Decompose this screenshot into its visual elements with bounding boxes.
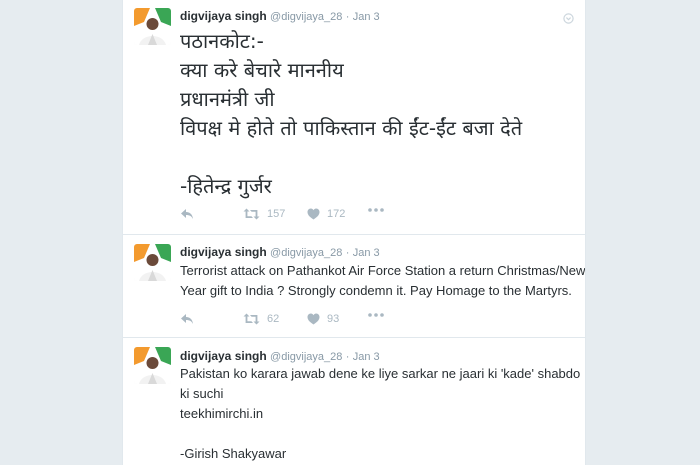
tweet-line: प्रधानमंत्री जी bbox=[180, 87, 275, 111]
tweet-line: क्या करे बेचारे माननीय bbox=[180, 58, 344, 82]
reply-button[interactable] bbox=[180, 313, 194, 325]
tweet-date[interactable]: Jan 3 bbox=[353, 247, 380, 259]
retweet-icon bbox=[243, 313, 260, 325]
tweet-actions: 62 93 bbox=[180, 313, 560, 327]
tweet-actions: 157 172 bbox=[180, 208, 560, 222]
heart-icon bbox=[307, 313, 320, 325]
more-button[interactable] bbox=[368, 313, 384, 317]
retweet-count: 157 bbox=[267, 208, 286, 220]
like-count: 172 bbox=[327, 208, 346, 220]
more-icon bbox=[368, 313, 384, 317]
user-handle[interactable]: @digvijaya_28 bbox=[270, 247, 342, 259]
reply-icon bbox=[181, 209, 193, 219]
tweet-line: -हितेन्द्र गुर्जर bbox=[180, 174, 272, 198]
like-count: 93 bbox=[327, 313, 340, 325]
user-fullname[interactable]: digvijaya singh bbox=[180, 349, 267, 363]
avatar[interactable] bbox=[134, 244, 171, 281]
tweet-line: ki suchi bbox=[180, 386, 224, 401]
retweet-count: 62 bbox=[267, 313, 280, 325]
timeline: digvijaya singh @digvijaya_28 · Jan 3 पठ… bbox=[122, 0, 586, 465]
retweet-button[interactable]: 157 bbox=[243, 208, 285, 220]
tweet-date[interactable]: Jan 3 bbox=[353, 11, 380, 23]
tweet-line: Year gift to India ? Strongly condemn it… bbox=[180, 283, 572, 298]
like-button[interactable]: 172 bbox=[307, 208, 345, 220]
tweet-date[interactable]: Jan 3 bbox=[353, 351, 380, 363]
tweet[interactable]: digvijaya singh @digvijaya_28 · Jan 3 पठ… bbox=[123, 0, 585, 235]
tweet-line: -Girish Shakyawar bbox=[180, 446, 287, 461]
tweet[interactable]: digvijaya singh @digvijaya_28 · Jan 3 Pa… bbox=[123, 338, 585, 465]
avatar[interactable] bbox=[134, 347, 171, 384]
retweet-button[interactable]: 62 bbox=[243, 313, 279, 325]
avatar[interactable] bbox=[134, 8, 171, 45]
more-button[interactable] bbox=[368, 208, 384, 212]
heart-icon bbox=[307, 208, 320, 220]
tweet-line: Terrorist attack on Pathankot Air Force … bbox=[180, 263, 586, 278]
tweet-text: पठानकोट:- क्या करे बेचारे माननीय प्रधानम… bbox=[180, 27, 522, 201]
tweet-text: Terrorist attack on Pathankot Air Force … bbox=[180, 261, 585, 301]
tweet-line bbox=[180, 143, 522, 172]
user-handle[interactable]: @digvijaya_28 bbox=[270, 11, 342, 23]
tweet-line: Pakistan ko karara jawab dene ke liye sa… bbox=[180, 366, 581, 381]
more-icon bbox=[368, 208, 384, 212]
tweet-header: digvijaya singh @digvijaya_28 · Jan 3 bbox=[180, 349, 380, 363]
tweet-text: Pakistan ko karara jawab dene ke liye sa… bbox=[180, 364, 580, 464]
reply-button[interactable] bbox=[180, 208, 194, 220]
user-fullname[interactable]: digvijaya singh bbox=[180, 9, 267, 23]
tweet-header: digvijaya singh @digvijaya_28 · Jan 3 bbox=[180, 245, 380, 259]
tweet-link[interactable]: teekhimirchi.in bbox=[180, 404, 580, 424]
tweet-line: पठानकोट:- bbox=[180, 29, 264, 53]
retweet-icon bbox=[243, 208, 260, 220]
caret-icon[interactable] bbox=[563, 11, 574, 29]
like-button[interactable]: 93 bbox=[307, 313, 339, 325]
tweet-line bbox=[180, 424, 580, 444]
reply-icon bbox=[181, 314, 193, 324]
user-handle[interactable]: @digvijaya_28 bbox=[270, 351, 342, 363]
tweet-header: digvijaya singh @digvijaya_28 · Jan 3 bbox=[180, 9, 380, 23]
tweet[interactable]: digvijaya singh @digvijaya_28 · Jan 3 Te… bbox=[123, 235, 585, 338]
tweet-line: विपक्ष मे होते तो पाकिस्तान की ईंट-ईंट ब… bbox=[180, 116, 523, 140]
user-fullname[interactable]: digvijaya singh bbox=[180, 245, 267, 259]
